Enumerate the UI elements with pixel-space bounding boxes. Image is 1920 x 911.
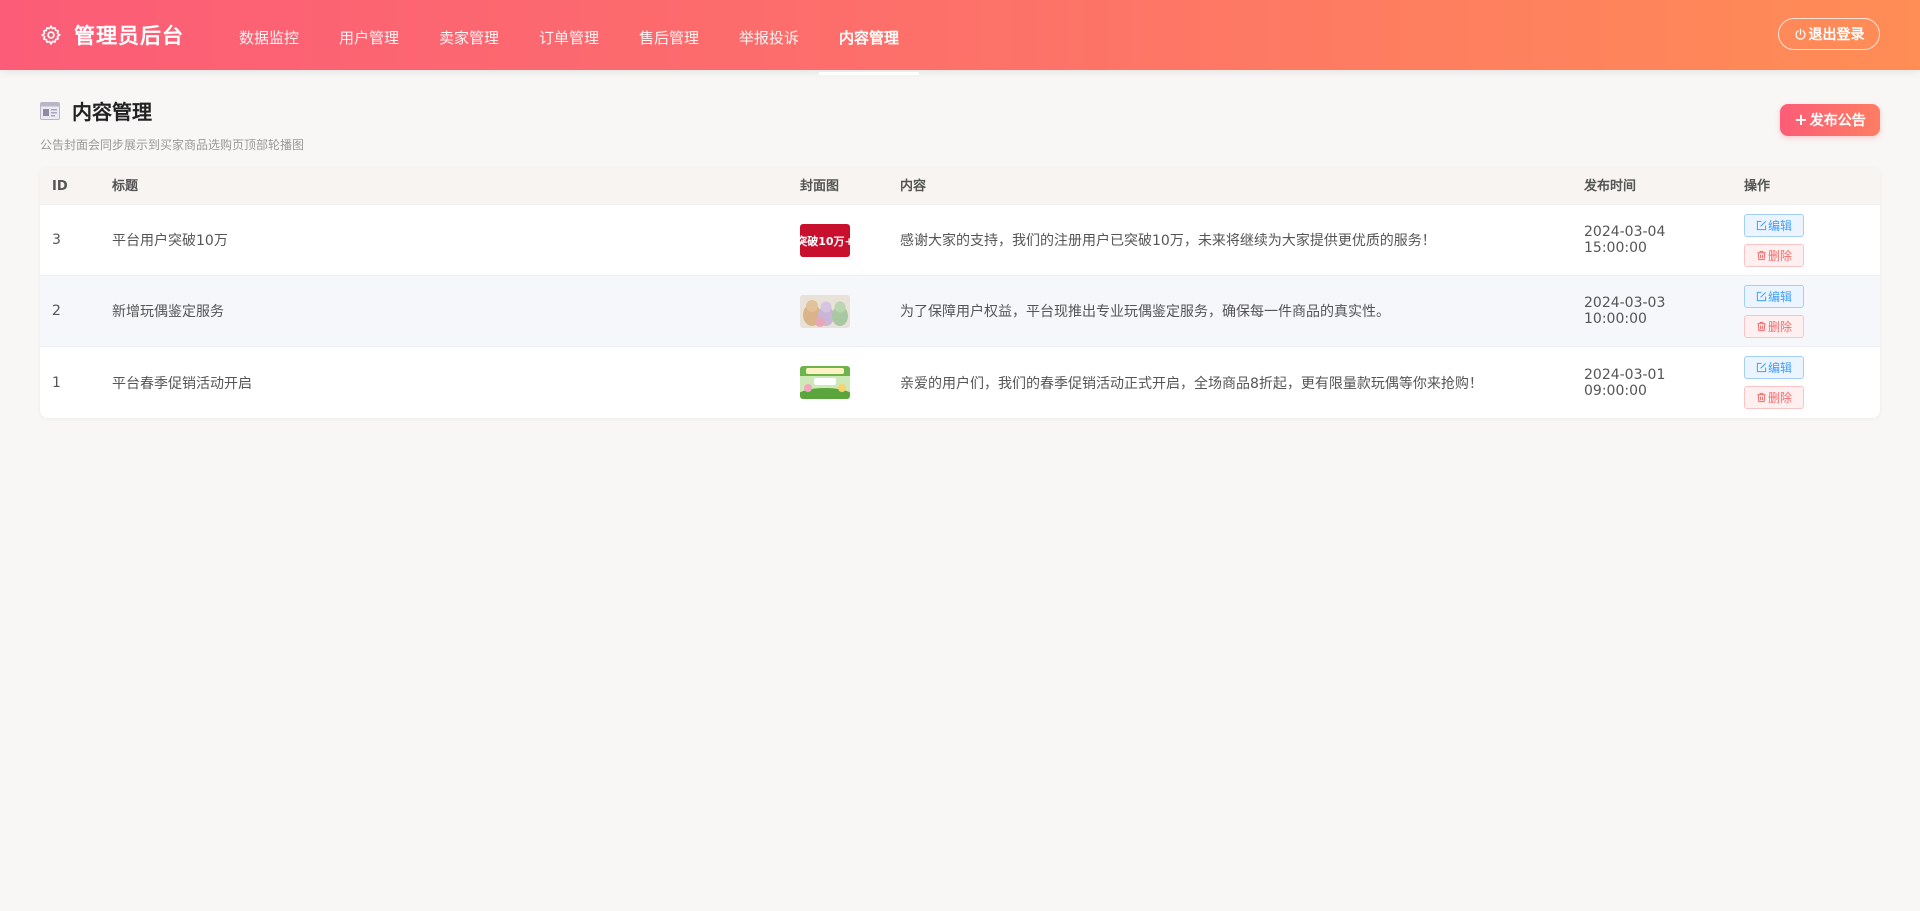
cover-image-text: 突破10万+ <box>800 234 850 248</box>
column-header-title: 标题 <box>112 179 139 194</box>
edit-label: 编辑 <box>1767 289 1792 304</box>
cell-content: 亲爱的用户们，我们的春季促销活动正式开启，全场商品8折起，更有限量款玩偶等你来抢… <box>900 375 1483 392</box>
cell-id: 3 <box>52 232 61 248</box>
plus-icon: + <box>1794 110 1808 129</box>
publish-announcement-button[interactable]: + 发布公告 <box>1780 104 1880 136</box>
page-heading: 内容管理 公告封面会同步展示到买家商品选购页顶部轮播图 <box>40 96 304 153</box>
cover-image[interactable]: 突破10万+ <box>800 223 850 257</box>
main-nav: 数据监控 用户管理 卖家管理 订单管理 售后管理 举报投诉 内容管理 <box>219 0 919 70</box>
edit-icon <box>1756 362 1767 373</box>
edit-icon <box>1756 291 1767 301</box>
edit-button[interactable]: 编辑 <box>1744 213 1804 237</box>
cell-id: 1 <box>52 374 61 391</box>
page-title: 内容管理 <box>72 100 152 124</box>
nav-item-content-management[interactable]: 内容管理 <box>819 0 919 70</box>
delete-label: 删除 <box>1767 319 1792 334</box>
column-header-cover: 封面图 <box>800 179 840 194</box>
delete-label: 删除 <box>1767 248 1792 263</box>
cover-image[interactable] <box>800 366 850 399</box>
column-header-ops: 操作 <box>1744 179 1771 194</box>
nav-item-data-monitor[interactable]: 数据监控 <box>219 0 319 70</box>
publish-label: 发布公告 <box>1809 113 1866 129</box>
announcement-table: ID 标题 封面图 内容 发布时间 操作 3 平台用户突破10万 突破10万+ … <box>40 168 1880 418</box>
nav-item-seller-management[interactable]: 卖家管理 <box>419 0 519 70</box>
cell-title: 平台春季促销活动开启 <box>112 375 252 392</box>
column-header-id: ID <box>52 179 68 194</box>
edit-label: 编辑 <box>1767 218 1792 233</box>
nav-item-reports[interactable]: 举报投诉 <box>719 0 819 70</box>
cell-title: 新增玩偶鉴定服务 <box>112 304 224 320</box>
table-header: ID 标题 封面图 内容 发布时间 操作 <box>40 168 1880 205</box>
power-icon <box>1794 28 1806 40</box>
cell-content: 感谢大家的支持，我们的注册用户已突破10万，未来将继续为大家提供更优质的服务！ <box>900 233 1436 249</box>
trash-icon <box>1757 250 1766 260</box>
cell-time: 2024-03-01 09:00:00 <box>1584 366 1666 399</box>
gear-icon <box>40 24 62 46</box>
edit-button[interactable]: 编辑 <box>1744 284 1804 308</box>
cover-image[interactable] <box>800 294 850 328</box>
document-icon <box>40 101 60 120</box>
table-row: 3 平台用户突破10万 突破10万+ 感谢大家的支持，我们的注册用户已突破10万… <box>40 205 1880 276</box>
delete-button[interactable]: 删除 <box>1744 314 1804 338</box>
table-row: 2 新增玩偶鉴定服务 为了保障用户权益，平台现推出专业玩偶鉴定服务，确保每一件商… <box>40 276 1880 347</box>
edit-label: 编辑 <box>1767 361 1792 375</box>
trash-icon <box>1757 392 1766 403</box>
top-navbar: 管理员后台 数据监控 用户管理 卖家管理 订单管理 售后管理 举报投诉 内容管理… <box>0 0 1920 70</box>
column-header-content: 内容 <box>900 179 927 194</box>
brand: 管理员后台 <box>40 0 184 70</box>
trash-icon <box>1757 321 1766 331</box>
delete-button[interactable]: 删除 <box>1744 243 1804 267</box>
table-row: 1 平台春季促销活动开启 亲爱的用户们，我们的春季促销活动正式开启，全场商品8折… <box>40 347 1880 418</box>
nav-item-order-management[interactable]: 订单管理 <box>519 0 619 70</box>
logout-button[interactable]: 退出登录 <box>1778 18 1880 50</box>
cell-title: 平台用户突破10万 <box>112 233 228 249</box>
brand-title: 管理员后台 <box>74 24 184 48</box>
delete-button[interactable]: 删除 <box>1744 386 1804 409</box>
active-nav-indicator <box>819 72 919 75</box>
edit-icon <box>1756 220 1767 230</box>
delete-label: 删除 <box>1767 391 1792 405</box>
cell-time: 2024-03-04 15:00:00 <box>1584 224 1666 256</box>
cell-id: 2 <box>52 303 61 319</box>
cell-time: 2024-03-03 10:00:00 <box>1584 295 1666 327</box>
page-subtitle: 公告封面会同步展示到买家商品选购页顶部轮播图 <box>40 138 305 152</box>
column-header-time: 发布时间 <box>1584 179 1637 194</box>
nav-item-user-management[interactable]: 用户管理 <box>319 0 419 70</box>
nav-item-after-sales[interactable]: 售后管理 <box>619 0 719 70</box>
edit-button[interactable]: 编辑 <box>1744 356 1804 379</box>
cell-content: 为了保障用户权益，平台现推出专业玩偶鉴定服务，确保每一件商品的真实性。 <box>900 304 1390 320</box>
logout-label: 退出登录 <box>1808 27 1865 43</box>
